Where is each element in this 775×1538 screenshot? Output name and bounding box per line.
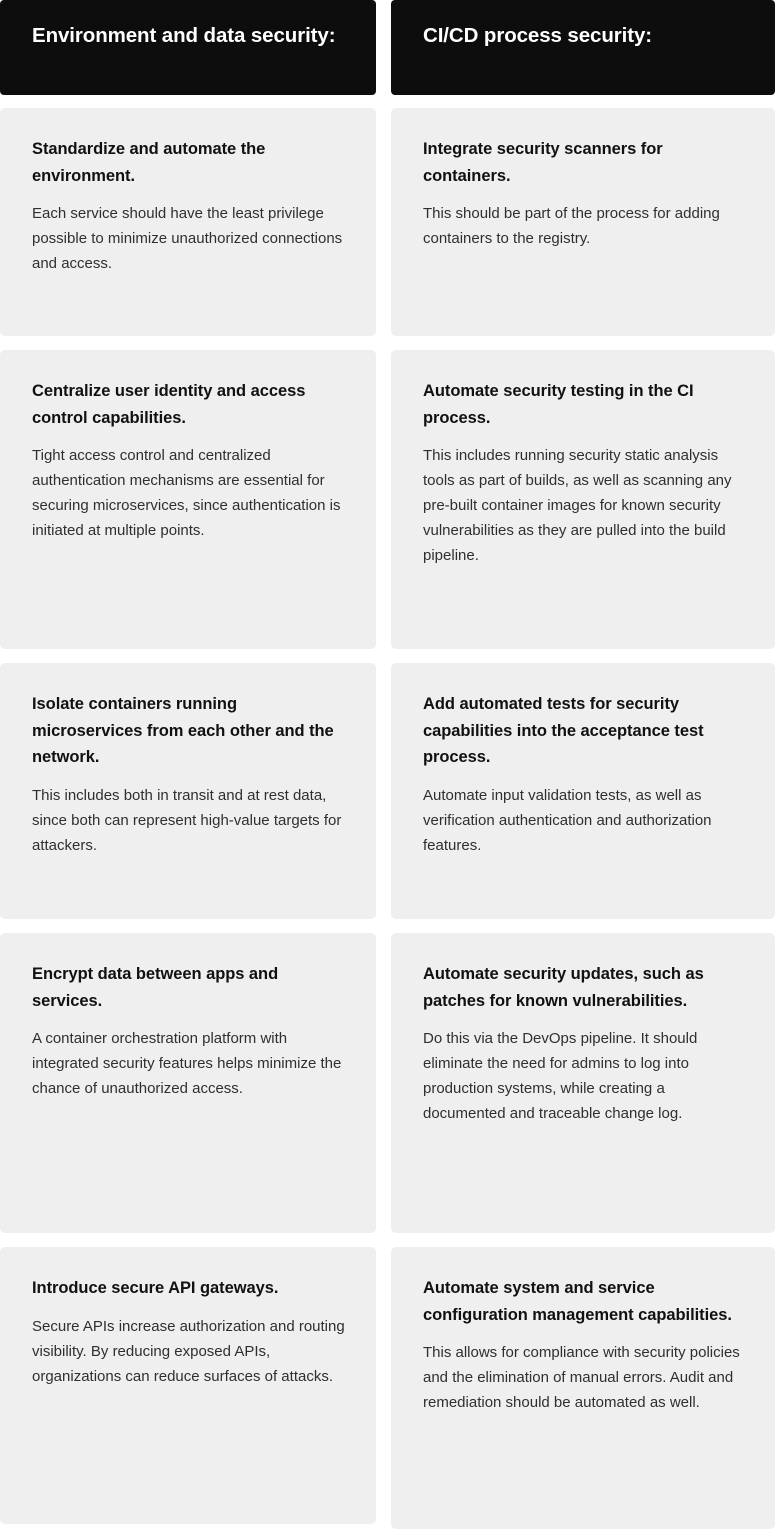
- practice-card-body: Do this via the DevOps pipeline. It shou…: [423, 1030, 698, 1122]
- practice-card: Automate security testing in the CI proc…: [391, 350, 775, 649]
- practice-card-body: Tight access control and centralized aut…: [32, 447, 341, 539]
- card-row: Add automated tests for security capabil…: [391, 663, 775, 933]
- practice-card-body: Automate input validation tests, as well…: [423, 786, 712, 854]
- card-row: Automate security updates, such as patch…: [391, 933, 775, 1247]
- practice-card-title: Automate system and service configuratio…: [423, 1279, 732, 1324]
- column-header-title: CI/CD process security:: [423, 24, 652, 47]
- card-row: Isolate containers running microservices…: [0, 663, 376, 933]
- practice-card-title: Encrypt data between apps and services.: [32, 965, 279, 1010]
- practice-card-title: Isolate containers running microservices…: [32, 695, 334, 766]
- practice-card: Standardize and automate the environment…: [0, 108, 376, 336]
- practice-card: Integrate security scanners for containe…: [391, 108, 775, 336]
- practice-card: Introduce secure API gateways. Secure AP…: [0, 1247, 376, 1524]
- practice-card: Isolate containers running microservices…: [0, 663, 376, 919]
- practice-card-body: This should be part of the process for a…: [423, 205, 720, 247]
- card-row: Automate system and service configuratio…: [391, 1247, 775, 1529]
- practice-card-body: Secure APIs increase authorization and r…: [32, 1317, 345, 1385]
- practice-card-title: Integrate security scanners for containe…: [423, 140, 663, 185]
- practice-card-title: Automate security updates, such as patch…: [423, 965, 704, 1010]
- column-environment-and-data-security: Environment and data security: Standardi…: [0, 0, 376, 1538]
- card-row: Automate security testing in the CI proc…: [391, 350, 775, 663]
- column-cicd-process-security: CI/CD process security: Integrate securi…: [391, 0, 775, 1538]
- practice-card-title: Automate security testing in the CI proc…: [423, 382, 694, 427]
- practice-card: Automate security updates, such as patch…: [391, 933, 775, 1233]
- practice-card-title: Introduce secure API gateways.: [32, 1279, 279, 1297]
- card-row: Integrate security scanners for containe…: [391, 108, 775, 350]
- column-header-environment-and-data-security: Environment and data security:: [0, 0, 376, 95]
- practice-card-body: This includes running security static an…: [423, 447, 732, 564]
- practice-card-title: Add automated tests for security capabil…: [423, 695, 704, 766]
- column-header-cicd-process-security: CI/CD process security:: [391, 0, 775, 95]
- practice-card-body: A container orchestration platform with …: [32, 1030, 342, 1097]
- practice-card: Automate system and service configuratio…: [391, 1247, 775, 1529]
- practice-card-body: Each service should have the least privi…: [32, 205, 343, 272]
- card-row: Encrypt data between apps and services. …: [0, 933, 376, 1247]
- security-best-practices-board: Environment and data security: Standardi…: [0, 0, 775, 1538]
- card-row: Standardize and automate the environment…: [0, 108, 376, 350]
- practice-card-body: This allows for compliance with security…: [423, 1344, 740, 1411]
- card-row: Centralize user identity and access cont…: [0, 350, 376, 663]
- card-row: Introduce secure API gateways. Secure AP…: [0, 1247, 376, 1538]
- practice-card-title: Standardize and automate the environment…: [32, 140, 266, 185]
- practice-card-title: Centralize user identity and access cont…: [32, 382, 306, 427]
- practice-card: Encrypt data between apps and services. …: [0, 933, 376, 1233]
- practice-card-body: This includes both in transit and at res…: [32, 786, 342, 854]
- column-header-title: Environment and data security:: [32, 24, 336, 47]
- practice-card: Add automated tests for security capabil…: [391, 663, 775, 919]
- practice-card: Centralize user identity and access cont…: [0, 350, 376, 649]
